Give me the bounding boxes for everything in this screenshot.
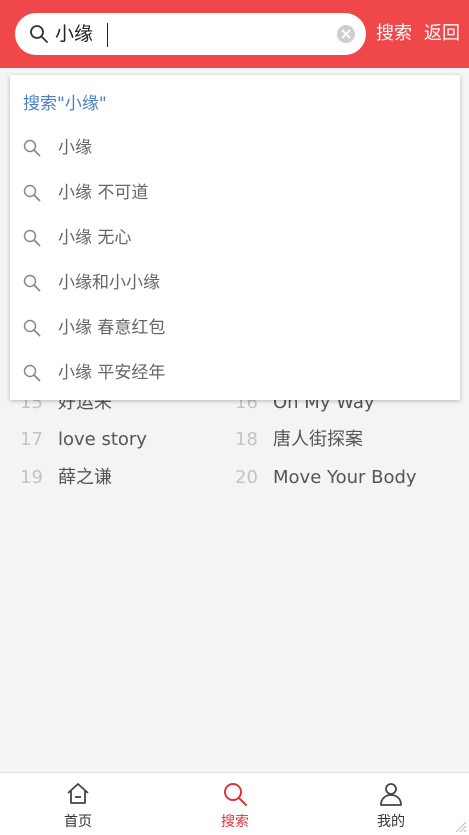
back-button[interactable]: 返回 <box>424 22 460 46</box>
search-icon <box>23 184 41 202</box>
rank-number: 20 <box>235 467 258 488</box>
text-caret <box>107 23 108 47</box>
suggestion-item[interactable]: 小缘 不可道 <box>10 170 460 215</box>
list-item[interactable]: 18 唐人街探案 <box>235 425 363 455</box>
suggestion-text: 小缘 平安经年 <box>58 363 166 383</box>
search-header: 小缘 搜索 返回 <box>0 0 469 68</box>
suggestion-text: 小缘和小小缘 <box>58 273 160 293</box>
rank-number: 17 <box>20 429 43 450</box>
suggestion-item[interactable]: 小缘 <box>10 125 460 170</box>
search-icon <box>30 25 48 43</box>
bottom-tab-bar: 首页 搜索 我的 <box>0 772 469 835</box>
tab-search-label: 搜索 <box>221 814 249 830</box>
list-item[interactable]: 20 Move Your Body <box>235 463 417 493</box>
tab-mine[interactable]: 我的 <box>313 773 469 835</box>
item-title: love story <box>58 429 147 450</box>
tab-mine-label: 我的 <box>377 814 405 830</box>
tab-home-label: 首页 <box>64 814 92 830</box>
suggestion-item[interactable]: 小缘 平安经年 <box>10 350 460 395</box>
tab-home[interactable]: 首页 <box>0 773 156 835</box>
suggestion-text: 小缘 不可道 <box>58 183 149 203</box>
tab-search[interactable]: 搜索 <box>157 773 313 835</box>
suggestion-text: 小缘 春意红包 <box>58 318 166 338</box>
rank-number: 19 <box>20 467 43 488</box>
resize-grip-icon[interactable] <box>451 817 467 833</box>
user-icon <box>380 783 402 806</box>
rank-number: 18 <box>235 429 258 450</box>
search-icon <box>23 364 41 382</box>
search-exact-query-link[interactable]: 搜索"小缘" <box>23 92 107 116</box>
suggestion-text: 小缘 无心 <box>58 228 132 248</box>
home-icon <box>67 783 89 804</box>
item-title: 薛之谦 <box>58 467 112 488</box>
search-icon <box>23 139 41 157</box>
list-item[interactable]: 19 薛之谦 <box>20 463 112 493</box>
search-icon <box>23 319 41 337</box>
suggestion-text: 小缘 <box>58 138 92 158</box>
suggestion-item[interactable]: 小缘和小小缘 <box>10 260 460 305</box>
suggestion-item[interactable]: 小缘 无心 <box>10 215 460 260</box>
item-title: 唐人街探案 <box>273 429 363 450</box>
search-query-text[interactable]: 小缘 <box>55 22 93 46</box>
search-icon <box>224 783 247 806</box>
search-icon <box>23 229 41 247</box>
search-button[interactable]: 搜索 <box>376 22 412 46</box>
clear-icon[interactable] <box>337 25 355 43</box>
list-item[interactable]: 17 love story <box>20 425 147 455</box>
item-title: Move Your Body <box>273 467 417 488</box>
suggestion-item[interactable]: 小缘 春意红包 <box>10 305 460 350</box>
search-icon <box>23 274 41 292</box>
search-input[interactable]: 小缘 <box>15 13 366 55</box>
search-suggestions: 搜索"小缘" 小缘 小缘 不可道 小缘 无心 小缘和小小缘 小缘 春意红包 小缘… <box>10 75 460 400</box>
